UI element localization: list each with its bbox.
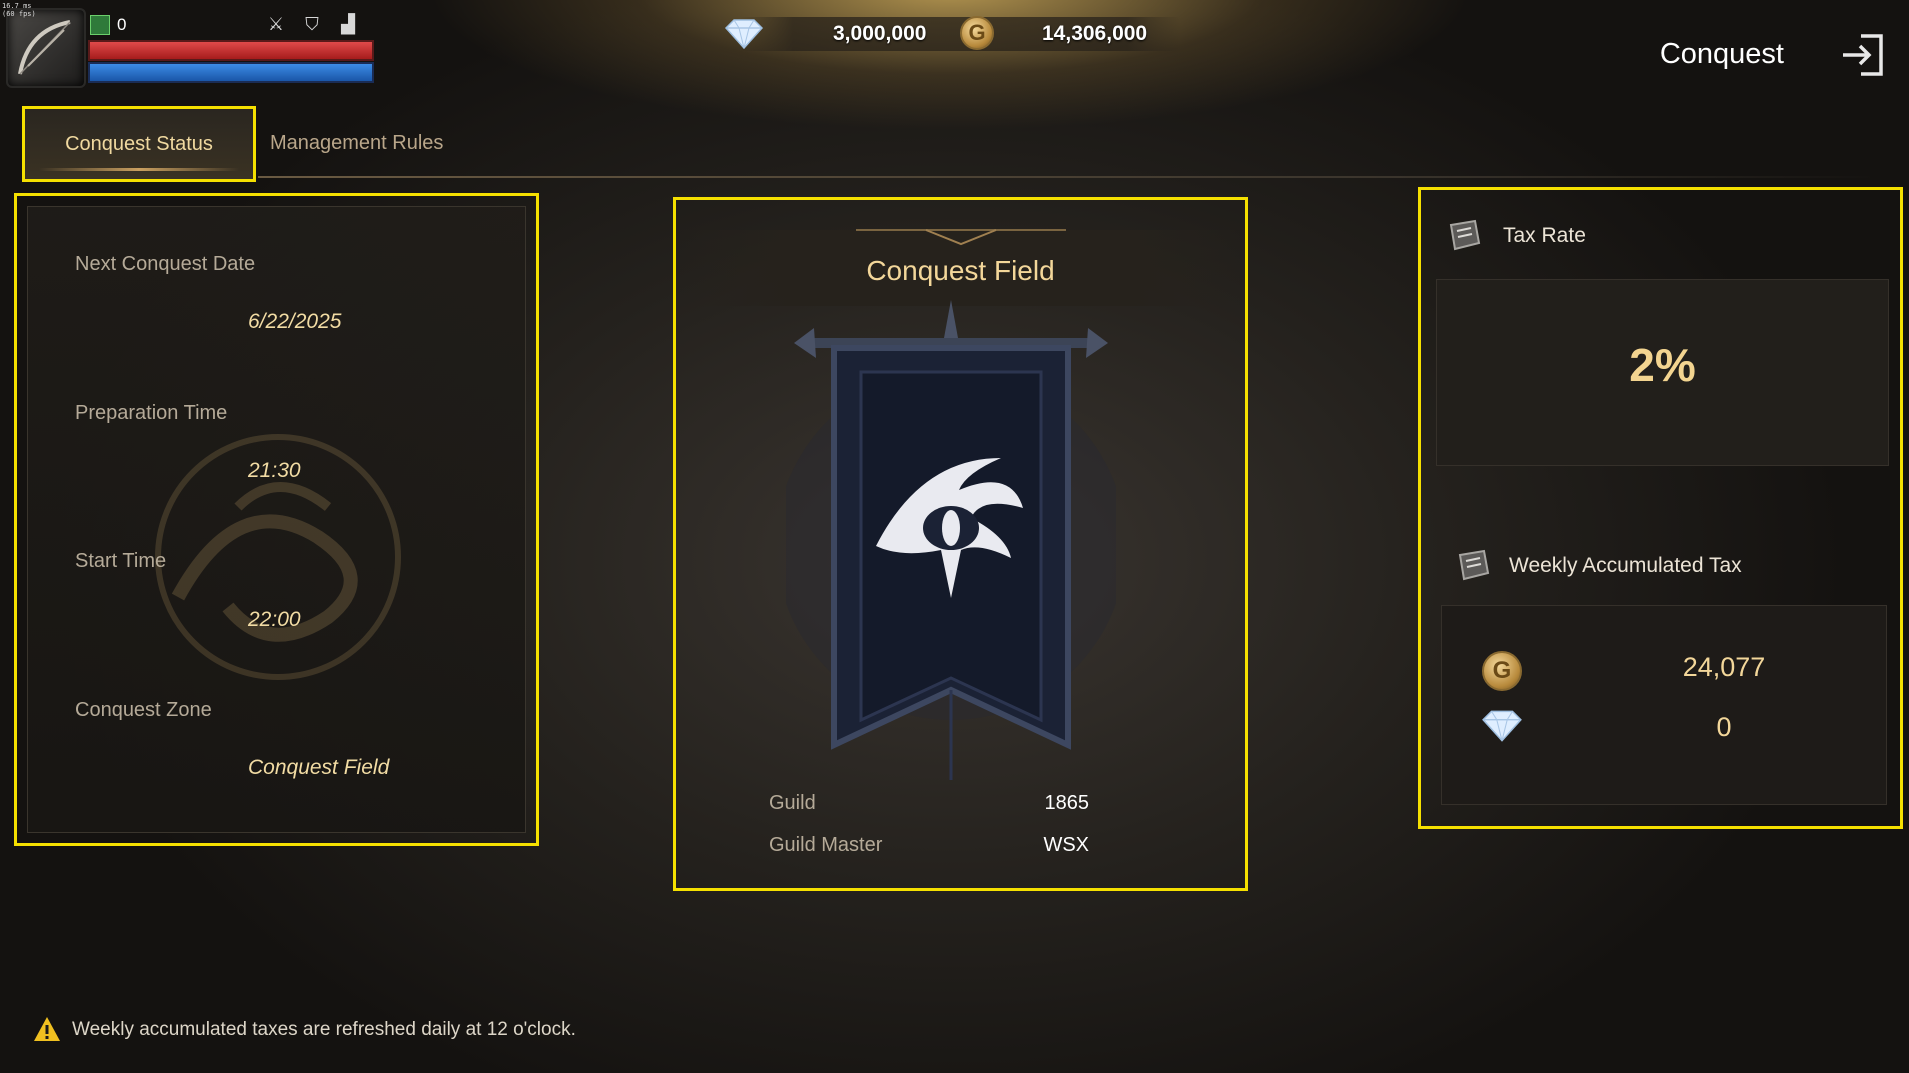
stat-value: 0: [117, 15, 127, 34]
conquest-zone-label: Conquest Zone: [75, 699, 212, 721]
preparation-time-value: 21:30: [248, 459, 301, 482]
guild-banner-icon: [786, 300, 1116, 780]
weekly-tax-label: Weekly Accumulated Tax: [1509, 554, 1742, 577]
page-title: Conquest: [1659, 38, 1784, 70]
status-icons: ⚔ ⛉ ▟: [266, 14, 358, 34]
player-avatar[interactable]: [6, 8, 86, 88]
start-time-label: Start Time: [75, 550, 167, 572]
guild-value: 1865: [1044, 792, 1090, 814]
conquest-field-panel: Conquest Field Guild 1865 Guild Master W…: [673, 197, 1248, 891]
tax-rate-box: 2%: [1436, 279, 1889, 466]
tax-scroll-icon: [1449, 219, 1481, 251]
tax-rate-value: 2%: [1629, 339, 1696, 391]
start-time-value: 22:00: [248, 608, 301, 631]
diamond-balance: 3,000,000: [833, 22, 927, 45]
weekly-tax-box: G 24,077 0: [1441, 605, 1887, 805]
bow-class-icon: [18, 20, 71, 75]
tab-management-rules[interactable]: Management Rules: [270, 132, 443, 155]
boot-icon[interactable]: ▟: [338, 14, 358, 34]
mp-bar: [88, 62, 374, 83]
shield-icon[interactable]: ⛉: [302, 14, 322, 34]
exit-icon[interactable]: [1839, 30, 1889, 80]
weekly-tax-scroll-icon: [1458, 549, 1490, 581]
header-ornament-icon: [856, 229, 1066, 246]
field-title: Conquest Field: [866, 255, 1055, 286]
gold-balance: 14,306,000: [1042, 22, 1148, 45]
tab-conquest-status[interactable]: Conquest Status: [22, 106, 256, 182]
next-conquest-date-label: Next Conquest Date: [75, 253, 256, 275]
guild-master-label: Guild Master: [769, 834, 883, 856]
fps-counter: 16.7 ms (60 fps): [2, 2, 36, 18]
frame-rate: (60 fps): [2, 10, 36, 18]
tax-rate-label: Tax Rate: [1503, 224, 1586, 247]
hp-bar: [88, 40, 374, 61]
guild-master-value: WSX: [1043, 834, 1089, 856]
conquest-zone-value: Conquest Field: [248, 756, 390, 779]
stat-icon: [90, 15, 110, 35]
preparation-time-label: Preparation Time: [75, 402, 228, 424]
conquest-schedule-panel: Next Conquest Date 6/22/2025 Preparation…: [14, 193, 539, 846]
guild-label: Guild: [769, 792, 816, 814]
weekly-gold-value: 24,077: [1682, 652, 1766, 682]
diamond-icon: [724, 19, 764, 50]
next-conquest-date-value: 6/22/2025: [248, 310, 342, 333]
tab-divider: [258, 176, 1878, 178]
weekly-diamond-value: 0: [1716, 712, 1732, 742]
warning-icon: [34, 1017, 60, 1041]
tax-panel: Tax Rate 2% Weekly Accumulated Tax G 24,…: [1418, 187, 1903, 829]
frame-time: 16.7 ms: [2, 2, 32, 10]
tax-refresh-notice: Weekly accumulated taxes are refreshed d…: [72, 1019, 576, 1040]
crossed-swords-icon[interactable]: ⚔: [266, 14, 286, 34]
gold-coin-icon: G: [960, 16, 994, 50]
